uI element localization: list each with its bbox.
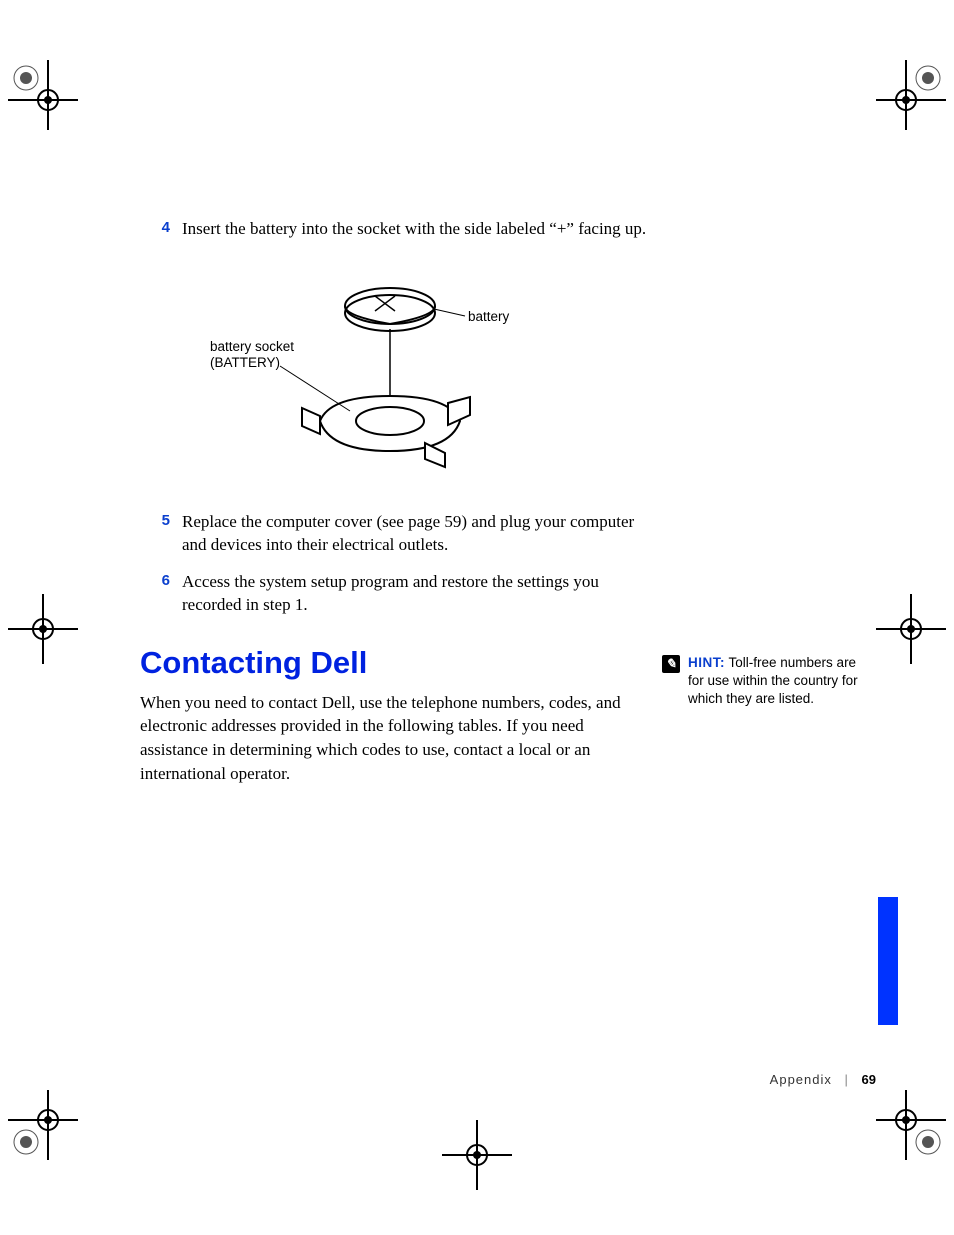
page-number: 69 xyxy=(862,1072,876,1087)
step-number: 5 xyxy=(140,511,182,531)
section-heading: Contacting Dell xyxy=(140,645,650,681)
crop-mark-icon xyxy=(876,1090,946,1160)
page-content: 4 Insert the battery into the socket wit… xyxy=(140,218,650,786)
step-text: Access the system setup program and rest… xyxy=(182,571,650,617)
hint-text-block: HINT: Toll-free numbers are for use with… xyxy=(688,654,872,709)
step-number: 4 xyxy=(140,218,182,238)
step-number: 6 xyxy=(140,571,182,591)
step-text: Insert the battery into the socket with … xyxy=(182,218,650,241)
step-5: 5 Replace the computer cover (see page 5… xyxy=(140,511,650,557)
crop-mark-icon xyxy=(8,1090,78,1160)
footer-section: Appendix xyxy=(770,1072,832,1087)
step-4: 4 Insert the battery into the socket wit… xyxy=(140,218,650,241)
crop-mark-icon xyxy=(876,60,946,130)
step-text: Replace the computer cover (see page 59)… xyxy=(182,511,650,557)
hint-callout: ✎ HINT: Toll-free numbers are for use wi… xyxy=(662,654,872,709)
page-footer: Appendix | 69 xyxy=(770,1072,876,1087)
hint-icon: ✎ xyxy=(662,655,680,673)
crop-mark-icon xyxy=(442,1120,512,1190)
footer-separator: | xyxy=(845,1072,849,1087)
battery-diagram: battery battery socket (BATTERY) xyxy=(220,271,540,481)
crop-mark-icon xyxy=(876,594,946,664)
step-6: 6 Access the system setup program and re… xyxy=(140,571,650,617)
figure-label-battery: battery xyxy=(468,309,509,325)
section-intro: When you need to contact Dell, use the t… xyxy=(140,691,650,786)
crop-mark-icon xyxy=(8,60,78,130)
figure-label-socket-1: battery socket xyxy=(210,339,294,355)
hint-label: HINT: xyxy=(688,655,725,670)
crop-mark-icon xyxy=(8,594,78,664)
figure-label-socket-2: (BATTERY) xyxy=(210,355,294,371)
section-tab xyxy=(878,897,898,1025)
